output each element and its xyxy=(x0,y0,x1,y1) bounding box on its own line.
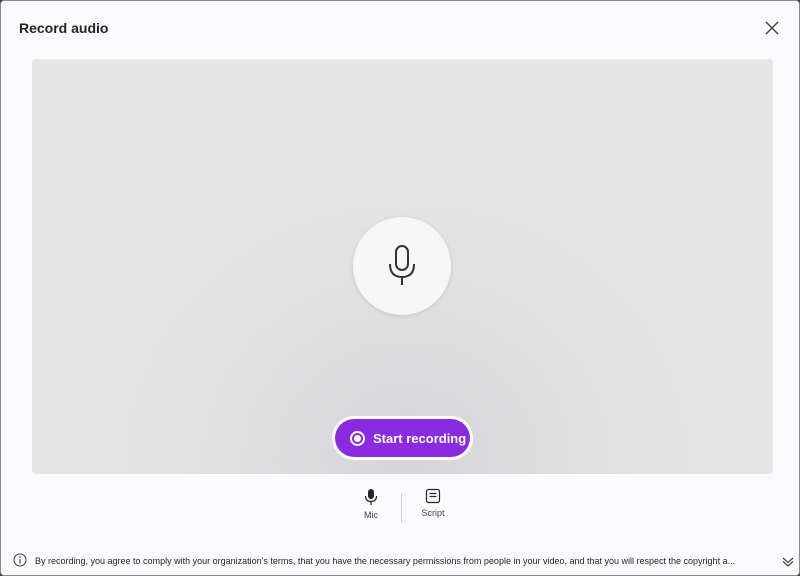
consent-footer: By recording, you agree to comply with y… xyxy=(1,549,799,573)
mic-button[interactable]: Mic xyxy=(349,488,393,526)
close-button[interactable] xyxy=(761,17,783,39)
chevron-down-icon[interactable] xyxy=(781,554,795,568)
script-button[interactable]: Script xyxy=(411,488,455,526)
microphone-preview xyxy=(353,217,451,315)
start-recording-inner: Start recording xyxy=(335,419,470,457)
info-icon xyxy=(13,553,27,567)
script-icon xyxy=(425,488,441,504)
toolbar-divider xyxy=(401,493,402,523)
microphone-icon xyxy=(364,489,378,505)
script-label: Script xyxy=(421,508,445,518)
start-recording-label: Start recording xyxy=(373,430,467,446)
microphone-icon xyxy=(389,245,415,285)
recording-stage: Start recording xyxy=(32,59,773,474)
mic-label: Mic xyxy=(364,510,378,520)
consent-notice: By recording, you agree to comply with y… xyxy=(35,556,736,566)
dialog-title: Record audio xyxy=(19,20,109,36)
close-icon xyxy=(765,21,779,35)
recording-toolbar: Mic Script xyxy=(349,488,459,526)
start-recording-button[interactable]: Start recording xyxy=(332,416,473,460)
stage-glow xyxy=(32,119,773,474)
record-audio-dialog: Record audio Start recording Mic Script … xyxy=(0,0,800,576)
record-icon xyxy=(350,430,365,446)
